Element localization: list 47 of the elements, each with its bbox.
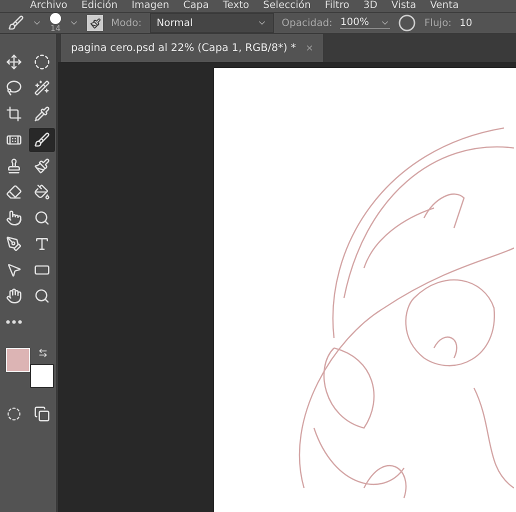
eraser-icon	[6, 184, 22, 200]
menu-item[interactable]: Capa	[183, 0, 209, 12]
stamp-icon	[6, 158, 22, 174]
magic-wand-icon	[34, 80, 50, 96]
lasso-icon	[6, 80, 22, 96]
background-color-swatch[interactable]	[30, 364, 54, 388]
menu-item[interactable]: Imagen	[132, 0, 170, 12]
text-icon	[34, 236, 50, 252]
flow-label: Flujo:	[424, 18, 452, 28]
brush-settings-icon[interactable]	[87, 15, 103, 31]
foreground-color-swatch[interactable]	[6, 348, 30, 372]
menu-item[interactable]: Vista	[391, 0, 416, 12]
menu-item[interactable]: Filtro	[324, 0, 350, 12]
hand-icon	[6, 288, 22, 304]
pressure-icon[interactable]	[398, 14, 416, 32]
swap-icon[interactable]	[38, 348, 48, 358]
dashed-circle-icon	[7, 407, 21, 421]
magnifier-icon	[34, 210, 50, 226]
menu-item[interactable]: Archivo	[30, 0, 68, 12]
brush-tip-icon[interactable]	[50, 13, 61, 24]
paintbrush-icon	[34, 158, 50, 174]
search-icon	[34, 288, 50, 304]
brush-size: 14	[50, 24, 61, 33]
overlapping-squares-icon	[34, 406, 50, 422]
menu-item[interactable]: Texto	[222, 0, 250, 12]
move-icon	[6, 54, 22, 70]
menu-item[interactable]: 3D	[363, 0, 378, 12]
pen-icon	[6, 236, 22, 252]
opacity-label: Opacidad:	[282, 18, 332, 28]
crop-icon	[6, 106, 22, 122]
ellipsis-icon	[6, 320, 22, 324]
menu-item[interactable]: Selección	[263, 0, 311, 12]
eyedropper-icon	[34, 106, 50, 122]
opacity-field[interactable]: 100%	[340, 17, 390, 29]
brush-icon	[34, 132, 50, 148]
brush-icon-tool[interactable]	[29, 128, 55, 152]
paint-bucket-icon	[34, 184, 50, 200]
brush-icon[interactable]	[8, 15, 24, 31]
document-tab[interactable]: pagina cero.psd al 22% (Capa 1, RGB/8*) * ×	[61, 34, 323, 62]
arrow-pointer-icon	[6, 262, 22, 278]
menu-item[interactable]: Edición	[81, 0, 118, 12]
finger-icon	[6, 210, 22, 226]
flow-value[interactable]: 10	[460, 18, 472, 28]
dashed-circle-icon	[34, 54, 50, 70]
mode-label: Modo:	[111, 18, 142, 28]
menu-item[interactable]: Venta	[430, 0, 459, 12]
mode-dropdown[interactable]: Normal	[150, 13, 274, 33]
